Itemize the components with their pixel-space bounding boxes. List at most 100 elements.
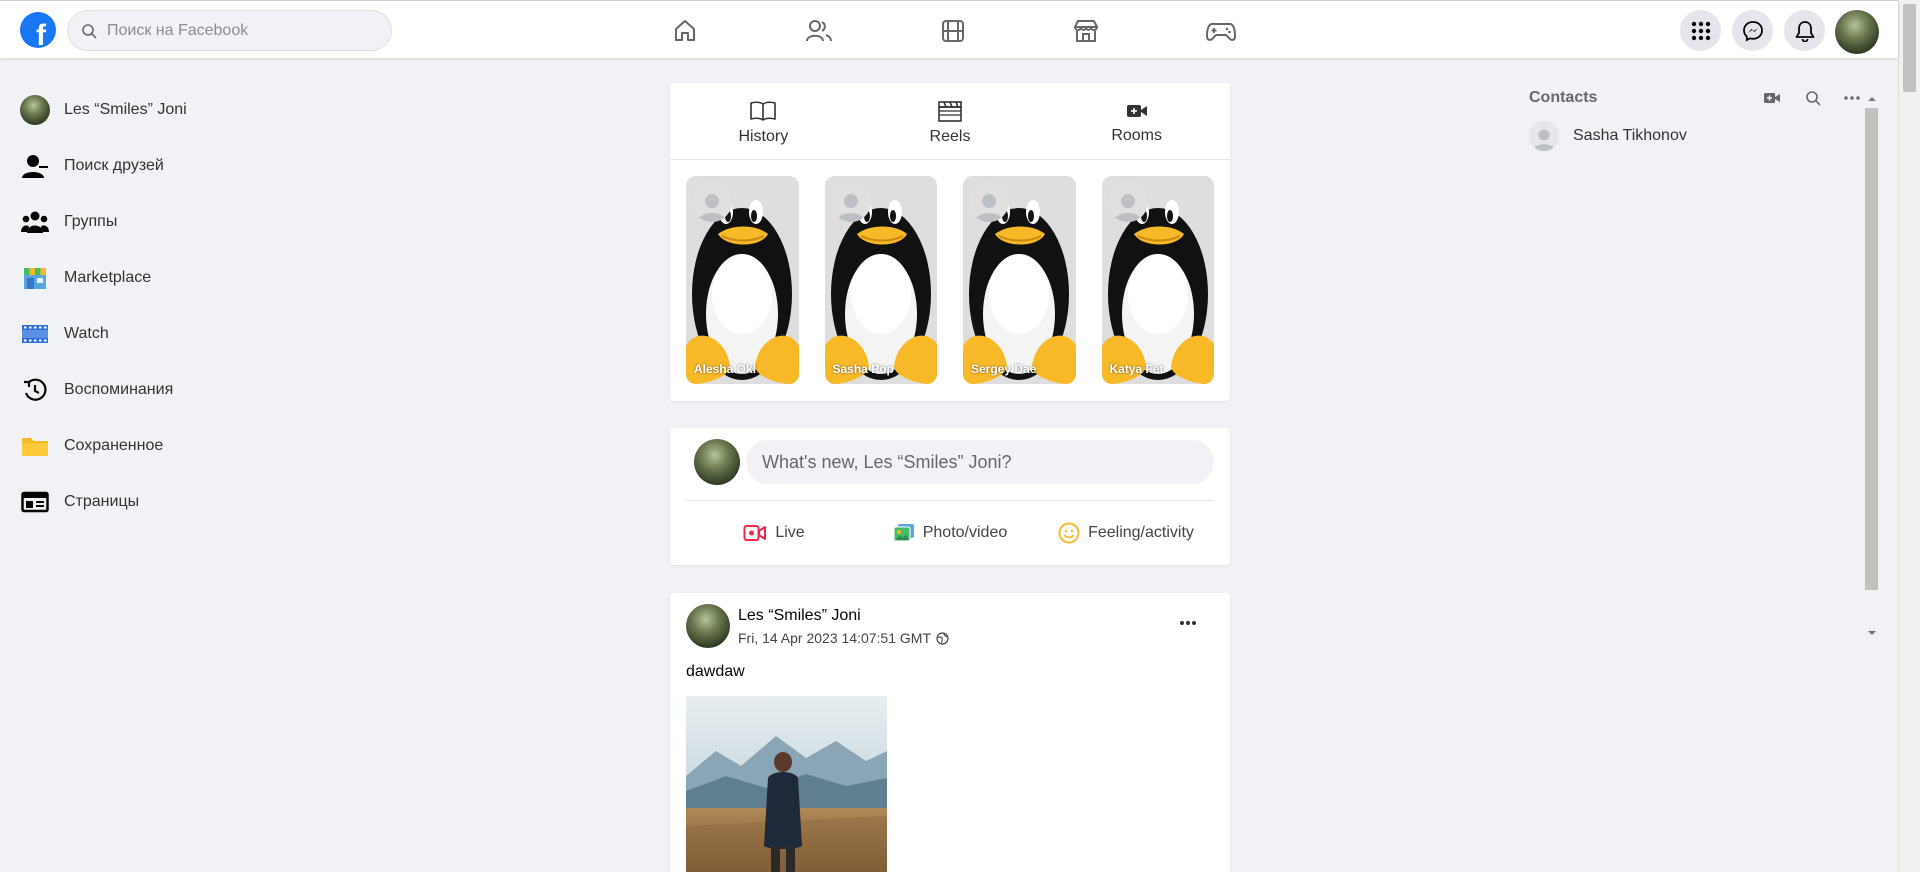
- story-card[interactable]: Alesha Okl: [686, 176, 799, 384]
- sidebar-item-label: Les “Smiles” Joni: [64, 101, 187, 118]
- marketplace-icon: [24, 268, 46, 289]
- action-label: Live: [775, 524, 805, 541]
- post-text: dawdaw: [686, 663, 745, 680]
- stories-card: History Reels Rooms Alesha Okl Sasha Pop…: [670, 83, 1230, 401]
- messenger-button[interactable]: [1732, 10, 1773, 51]
- new-room-button[interactable]: [1762, 88, 1782, 108]
- nav-gaming[interactable]: [1199, 13, 1243, 49]
- story-avatar: [1107, 182, 1148, 222]
- contacts-panel: Contacts Sasha Tikhonov: [1520, 80, 1870, 156]
- post-image[interactable]: [686, 696, 887, 872]
- nav-video[interactable]: [931, 13, 975, 49]
- contact-avatar: [1529, 121, 1559, 151]
- watch-icon: [22, 325, 48, 343]
- avatar: [20, 95, 50, 125]
- tab-label: History: [738, 128, 789, 145]
- logo-letter: f: [36, 19, 46, 49]
- live-button[interactable]: Live: [686, 510, 862, 556]
- post-options-button[interactable]: [1176, 611, 1200, 635]
- search-box[interactable]: [67, 10, 392, 51]
- tab-label: Rooms: [1111, 127, 1163, 144]
- user-placeholder-icon: [1113, 194, 1142, 222]
- avatar[interactable]: [694, 439, 740, 485]
- find-friends-icon: [22, 155, 48, 178]
- sidebar-item-saved[interactable]: Сохраненное: [12, 418, 372, 474]
- user-placeholder-icon: [836, 194, 865, 222]
- search-contacts-button[interactable]: [1803, 88, 1823, 108]
- post-composer: What's new, Les “Smiles” Joni? Live Phot…: [670, 428, 1230, 565]
- action-label: Photo/video: [922, 524, 1008, 541]
- story-avatar: [830, 182, 871, 222]
- sidebar-item-label: Поиск друзей: [64, 157, 164, 174]
- pages-icon: [21, 491, 49, 513]
- sidebar-item-memories[interactable]: Воспоминания: [12, 362, 372, 418]
- post-date[interactable]: Fri, 14 Apr 2023 14:07:51 GMT: [738, 630, 931, 646]
- profile-avatar-button[interactable]: [1835, 10, 1879, 54]
- sidebar-item-label: Marketplace: [64, 269, 152, 286]
- composer-placeholder: What's new, Les “Smiles” Joni?: [762, 451, 1012, 472]
- post-card: Les “Smiles” Joni Fri, 14 Apr 2023 14:07…: [670, 593, 1230, 872]
- avatar[interactable]: [686, 604, 730, 648]
- sidebar-item-label: Страницы: [64, 493, 140, 510]
- scroll-down-arrow-icon[interactable]: [1865, 628, 1879, 638]
- story-card[interactable]: Katya Fet: [1101, 176, 1214, 384]
- feeling-activity-button[interactable]: Feeling/activity: [1038, 510, 1214, 556]
- more-dots-icon: [1844, 96, 1860, 100]
- sidebar-item-watch[interactable]: Watch: [12, 306, 372, 362]
- menu-button[interactable]: [1680, 10, 1721, 51]
- search-icon: [1806, 91, 1821, 106]
- sidebar-item-groups[interactable]: Группы: [12, 194, 372, 250]
- tab-reels[interactable]: Reels: [857, 83, 1044, 159]
- facebook-logo[interactable]: f: [20, 12, 56, 48]
- top-navigation-bar: f: [0, 0, 1898, 58]
- story-card[interactable]: Sergey Dae: [963, 176, 1076, 384]
- tab-rooms[interactable]: Rooms: [1043, 83, 1230, 159]
- contact-name: Sasha Tikhonov: [1573, 127, 1687, 144]
- left-sidebar: Les “Smiles” Joni Поиск друзей Группы Ma…: [12, 82, 372, 530]
- globe-icon: [936, 631, 949, 645]
- gaming-icon: [1206, 23, 1236, 41]
- contacts-scrollbar[interactable]: [1863, 90, 1879, 645]
- video-icon: [942, 20, 964, 42]
- search-input[interactable]: [107, 21, 367, 40]
- nav-friends[interactable]: [797, 13, 841, 49]
- composer-input[interactable]: What's new, Les “Smiles” Joni?: [746, 440, 1214, 484]
- sidebar-item-pages[interactable]: Страницы: [12, 474, 372, 530]
- messenger-icon: [1742, 20, 1763, 41]
- smiley-icon: [1058, 522, 1080, 544]
- action-label: Feeling/activity: [1088, 524, 1194, 541]
- stories-tabs: History Reels Rooms: [670, 83, 1230, 160]
- sidebar-item-profile[interactable]: Les “Smiles” Joni: [12, 82, 372, 138]
- stories-list: Alesha Okl Sasha Pop Sergey Dae Katya Fe…: [670, 160, 1230, 384]
- more-dots-icon: [1180, 621, 1196, 625]
- memories-icon: [24, 378, 47, 401]
- story-avatar: [692, 182, 732, 222]
- landscape-photo: [686, 696, 887, 872]
- story-name: Sasha Pop: [832, 362, 894, 376]
- story-card[interactable]: Sasha Pop: [824, 176, 937, 384]
- tab-label: Reels: [929, 128, 971, 145]
- sidebar-item-label: Воспоминания: [64, 381, 174, 398]
- marketplace-icon: [1074, 20, 1098, 42]
- sidebar-item-label: Сохраненное: [64, 437, 164, 454]
- contact-item[interactable]: Sasha Tikhonov: [1520, 116, 1870, 156]
- sidebar-item-find-friends[interactable]: Поиск друзей: [12, 138, 372, 194]
- live-video-icon: [743, 525, 767, 541]
- page-scrollbar-thumb[interactable]: [1903, 4, 1916, 92]
- post-meta: Fri, 14 Apr 2023 14:07:51 GMT: [738, 630, 949, 646]
- sidebar-item-marketplace[interactable]: Marketplace: [12, 250, 372, 306]
- contacts-options-button[interactable]: [1842, 88, 1862, 108]
- video-add-icon: [1126, 105, 1147, 117]
- page-scrollbar[interactable]: [1898, 0, 1920, 872]
- post-author[interactable]: Les “Smiles” Joni: [738, 607, 861, 625]
- nav-home[interactable]: [663, 13, 707, 49]
- photo-video-button[interactable]: Photo/video: [862, 510, 1038, 556]
- tab-history[interactable]: History: [670, 83, 857, 159]
- nav-marketplace[interactable]: [1064, 13, 1108, 49]
- home-icon: [675, 20, 695, 41]
- book-icon: [750, 101, 777, 121]
- scroll-up-arrow-icon[interactable]: [1865, 94, 1879, 104]
- notifications-button[interactable]: [1784, 10, 1825, 51]
- contacts-scrollbar-thumb[interactable]: [1865, 108, 1878, 590]
- groups-icon: [21, 211, 49, 233]
